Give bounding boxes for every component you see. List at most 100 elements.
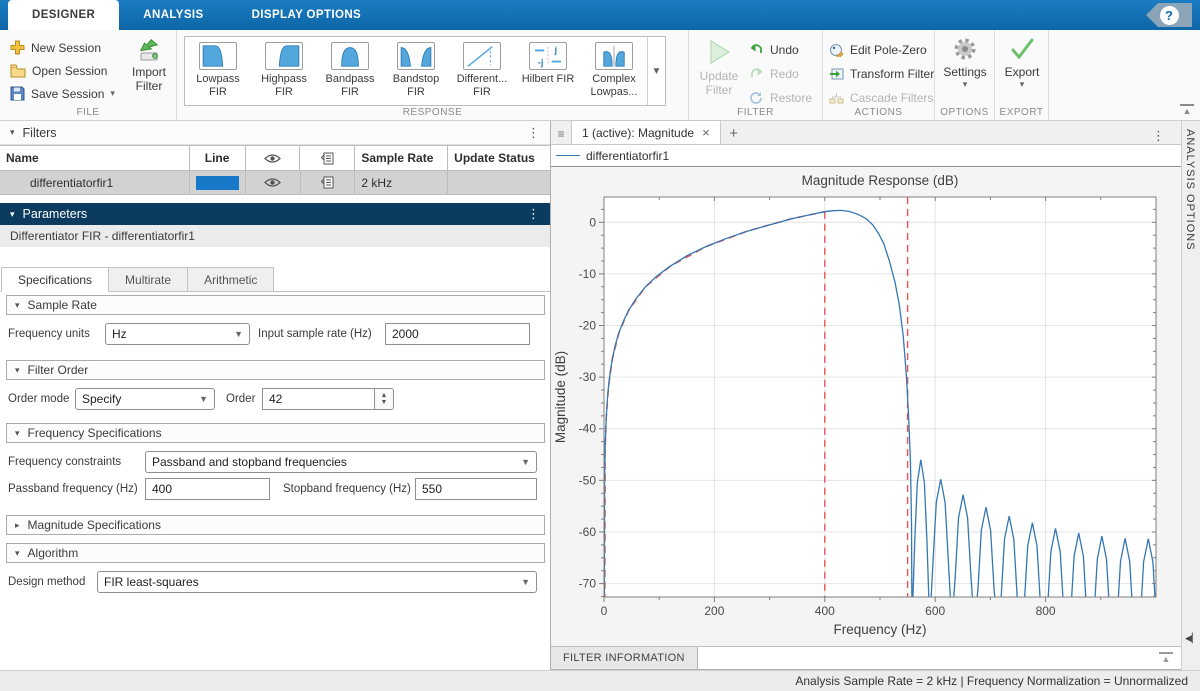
minimize-toolstrip-button[interactable]: ▲	[1180, 104, 1194, 116]
undo-button[interactable]: Undo	[749, 39, 812, 60]
filter-update-status-cell[interactable]	[448, 171, 550, 195]
dock-left-icon[interactable]: ◀▏	[1185, 633, 1199, 644]
new-session-button[interactable]: New Session	[10, 37, 115, 58]
frequency-units-select[interactable]: Hz▼	[105, 323, 250, 345]
analysis-options-label[interactable]: ANALYSIS OPTIONS	[1184, 129, 1196, 251]
filter-line-cell[interactable]	[190, 171, 246, 195]
response-highpass-fir[interactable]: HighpassFIR	[251, 37, 317, 105]
section-sample-rate[interactable]: ▾Sample Rate	[6, 295, 545, 315]
order-field[interactable]	[262, 388, 374, 410]
response-gallery-expand-arrow[interactable]: ▼	[647, 37, 665, 105]
svg-text:Magnitude Response (dB): Magnitude Response (dB)	[802, 173, 959, 188]
frequency-constraints-label: Frequency constraints	[8, 456, 121, 468]
tab-display-options[interactable]: DISPLAY OPTIONS	[228, 0, 386, 30]
magnitude-tab[interactable]: 1 (active): Magnitude ×	[571, 120, 721, 144]
spinner-buttons[interactable]: ▲▼	[374, 388, 394, 410]
transform-filter-icon	[829, 67, 844, 81]
tab-specifications[interactable]: Specifications	[1, 267, 109, 292]
filters-kebab-menu-icon[interactable]: ⋮	[527, 125, 540, 141]
tab-arithmetic[interactable]: Arithmetic	[188, 267, 274, 292]
settings-dropdown-arrow[interactable]: ▾	[940, 79, 990, 90]
ribbon-section-file: New Session Open Session Save Session ▾ …	[0, 30, 177, 120]
open-session-button[interactable]: Open Session	[10, 60, 115, 81]
column-name[interactable]: Name	[0, 146, 190, 171]
close-tab-icon[interactable]: ×	[702, 125, 710, 140]
new-tab-button[interactable]: +	[721, 125, 747, 142]
save-session-dropdown-arrow[interactable]: ▾	[110, 88, 115, 99]
chevron-down-icon: ▼	[228, 329, 243, 339]
collapse-triangle-icon[interactable]: ▾	[10, 127, 15, 138]
response-complex-lowpass[interactable]: ComplexLowpas...	[581, 37, 647, 105]
column-update-status[interactable]: Update Status	[448, 146, 550, 171]
settings-button[interactable]: Settings ▾	[940, 36, 990, 90]
tab-analysis[interactable]: ANALYSIS	[119, 0, 227, 30]
stopband-frequency-label: Stopband frequency (Hz)	[283, 483, 411, 495]
input-sample-rate-field[interactable]	[385, 323, 530, 345]
spinner-up-icon[interactable]: ▲	[381, 392, 388, 399]
response-differentiator-fir[interactable]: Different...FIR	[449, 37, 515, 105]
filters-panel-header[interactable]: ▾ Filters ⋮	[0, 121, 550, 145]
filter-name-cell[interactable]: differentiatorfir1	[0, 171, 190, 195]
file-section-label: FILE	[0, 107, 176, 118]
cascade-filters-button[interactable]: Cascade Filters	[829, 87, 934, 108]
column-sample-rate[interactable]: Sample Rate	[355, 146, 448, 171]
save-session-button[interactable]: Save Session ▾	[10, 83, 115, 104]
section-frequency-specifications[interactable]: ▾Frequency Specifications	[6, 423, 545, 443]
response-bandstop-fir[interactable]: BandstopFIR	[383, 37, 449, 105]
response-hilbert-fir[interactable]: j-j Hilbert FIR	[515, 37, 581, 105]
spinner-down-icon[interactable]: ▼	[381, 399, 388, 406]
tab-multirate[interactable]: Multirate	[109, 267, 188, 292]
app-tab-bar: DESIGNER ANALYSIS DISPLAY OPTIONS ?	[0, 0, 1200, 30]
frequency-constraints-select[interactable]: Passband and stopband frequencies▼	[145, 451, 537, 473]
export-button[interactable]: Export ▾	[999, 36, 1045, 90]
tab-designer[interactable]: DESIGNER	[8, 0, 119, 30]
hilbert-icon: j-j	[529, 42, 567, 70]
filter-table-row[interactable]: differentiatorfir1 2 kHz	[0, 171, 550, 195]
sample-rate-row: Frequency units Hz▼ Input sample rate (H…	[0, 321, 551, 347]
filter-information-button[interactable]: FILTER INFORMATION	[551, 647, 698, 670]
passband-frequency-field[interactable]	[145, 478, 270, 500]
ribbon-section-response: LowpassFIR HighpassFIR BandpassFIR Bands…	[177, 30, 689, 120]
differentiator-icon	[463, 42, 501, 70]
column-visibility[interactable]	[246, 146, 301, 171]
order-mode-select[interactable]: Specify▼	[75, 388, 215, 410]
svg-text:600: 600	[925, 604, 945, 618]
column-annotation[interactable]	[300, 146, 355, 171]
filter-annotation-cell[interactable]	[301, 171, 356, 195]
order-spinner[interactable]: ▲▼	[262, 388, 394, 410]
collapse-triangle-icon[interactable]: ▾	[10, 209, 15, 220]
section-magnitude-specifications[interactable]: ▸Magnitude Specifications	[6, 515, 545, 535]
filter-visibility-cell[interactable]	[246, 171, 301, 195]
import-filter-button[interactable]: Import Filter	[126, 38, 172, 93]
transform-filter-button[interactable]: Transform Filter	[829, 63, 934, 84]
response-bandpass-fir[interactable]: BandpassFIR	[317, 37, 383, 105]
stopband-frequency-field[interactable]	[415, 478, 537, 500]
line-color-swatch[interactable]	[196, 176, 239, 190]
viewer-tab-bar: ≡ 1 (active): Magnitude × + ⋮	[551, 121, 1181, 145]
status-text: Analysis Sample Rate = 2 kHz | Frequency…	[795, 674, 1188, 688]
response-lowpass-fir[interactable]: LowpassFIR	[185, 37, 251, 105]
svg-text:-10: -10	[579, 267, 597, 281]
ribbon-section-options: Settings ▾ OPTIONS	[935, 30, 995, 120]
filter-sample-rate-cell[interactable]: 2 kHz	[355, 171, 448, 195]
design-method-select[interactable]: FIR least-squares▼	[97, 571, 537, 593]
edit-pole-zero-button[interactable]: Edit Pole-Zero	[829, 39, 934, 60]
section-algorithm[interactable]: ▾Algorithm	[6, 543, 545, 563]
magnitude-response-chart[interactable]: 02004006008000-10-20-30-40-50-60-70Magni…	[551, 167, 1181, 646]
svg-text:-70: -70	[579, 577, 597, 591]
section-filter-order[interactable]: ▾Filter Order	[6, 360, 545, 380]
filter-order-row: Order mode Specify▼ Order ▲▼	[0, 386, 551, 412]
parameters-kebab-menu-icon[interactable]: ⋮	[527, 206, 540, 222]
plot-legend: differentiatorfir1	[551, 145, 1181, 167]
restore-button[interactable]: Restore	[749, 87, 812, 108]
frequency-constraints-row: Frequency constraints Passband and stopb…	[0, 449, 551, 475]
redo-button[interactable]: Redo	[749, 63, 812, 84]
update-filter-button[interactable]: Update Filter	[693, 38, 745, 97]
viewer-kebab-menu-icon[interactable]: ⋮	[1152, 128, 1165, 144]
tab-list-icon[interactable]: ≡	[551, 127, 571, 141]
column-line[interactable]: Line	[190, 146, 246, 171]
expand-panel-icon[interactable]: ▲	[1159, 652, 1173, 664]
help-button[interactable]: ?	[1160, 6, 1179, 25]
export-dropdown-arrow[interactable]: ▾	[999, 79, 1045, 90]
parameters-panel-header[interactable]: ▾ Parameters ⋮	[0, 203, 550, 225]
